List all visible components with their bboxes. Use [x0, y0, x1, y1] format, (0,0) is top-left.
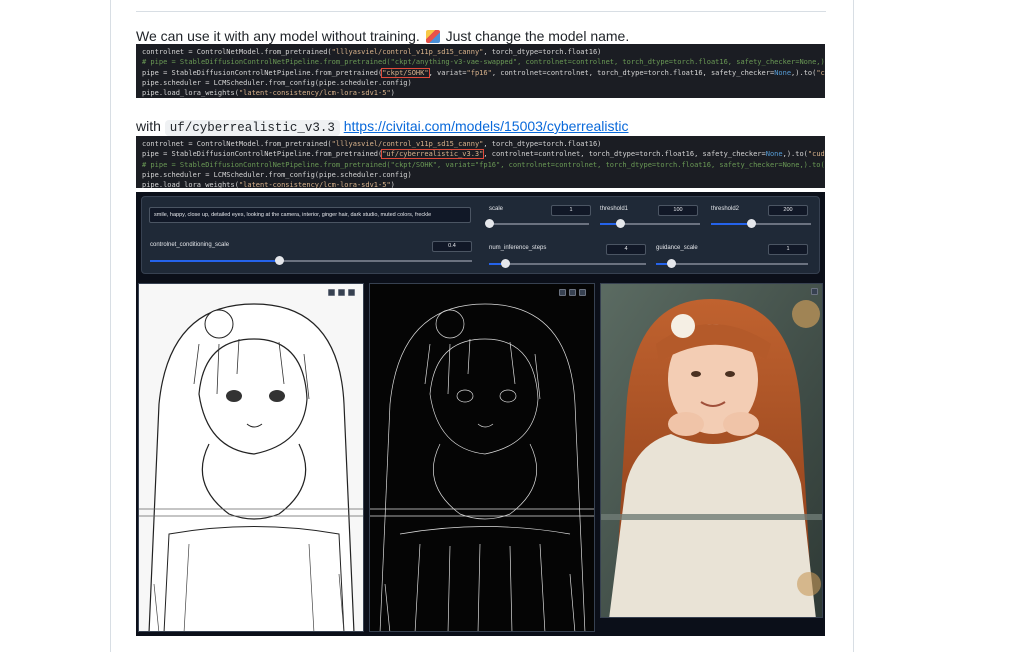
download-icon[interactable] [811, 288, 818, 295]
conditioning-slider[interactable] [150, 256, 472, 265]
model-name-code: uf/cyberrealistic_v3.3 [164, 120, 340, 136]
conditioning-fill [150, 260, 279, 262]
code-line: # pipe = StableDiffusionControlNetPipeli… [142, 58, 825, 67]
guidance-label: guidance_scale [656, 245, 698, 251]
with-text: with [136, 118, 161, 134]
divider [136, 11, 826, 12]
civitai-link[interactable]: https://civitai.com/models/15003/cyberre… [344, 118, 629, 134]
canny-edge-image [369, 283, 595, 632]
threshold2-slider[interactable] [711, 219, 811, 228]
code-block-1: controlnet = ControlNetModel.from_pretra… [136, 44, 825, 98]
guidance-number[interactable]: 1 [768, 244, 808, 255]
code-line: # pipe = StableDiffusionControlNetPipeli… [142, 160, 825, 169]
download-icon[interactable] [559, 289, 566, 296]
gradio-demo: smile, happy, close up, detailed eyes, l… [136, 192, 825, 636]
intro-text: We can use it with any model without tra… [136, 28, 420, 44]
threshold1-number[interactable]: 100 [658, 205, 698, 216]
prompt-input[interactable]: smile, happy, close up, detailed eyes, l… [149, 207, 471, 223]
generated-photo-image [600, 283, 823, 618]
code-line: controlnet = ControlNetModel.from_pretra… [142, 140, 602, 148]
steps-slider[interactable] [489, 259, 646, 268]
edit-icon[interactable] [338, 289, 345, 296]
scale-label: scale [489, 206, 504, 212]
threshold2-fill [711, 223, 751, 225]
threshold2-number[interactable]: 200 [768, 205, 808, 216]
code-line: pipe = StableDiffusionControlNetPipeline… [142, 67, 825, 78]
conditioning-knob[interactable] [274, 256, 284, 265]
code-line: pipe.scheduler = LCMScheduler.from_confi… [142, 78, 412, 87]
steps-number[interactable]: 4 [606, 244, 646, 255]
close-icon[interactable] [348, 289, 355, 296]
canny-drawing [370, 284, 594, 631]
with-paragraph: with uf/cyberrealistic_v3.3 https://civi… [136, 118, 629, 136]
scale-knob[interactable] [485, 219, 494, 228]
emoji-icon [425, 30, 440, 43]
code-line: pipe = StableDiffusionControlNetPipeline… [142, 149, 825, 160]
steps-label: num_inference_steps [489, 245, 547, 251]
threshold2-knob[interactable] [747, 219, 756, 228]
code-block-2: controlnet = ControlNetModel.from_pretra… [136, 136, 825, 188]
intro-text-after: Just change the model name. [445, 28, 630, 44]
download-icon[interactable] [328, 289, 335, 296]
guidance-slider[interactable] [656, 259, 808, 268]
threshold2-label: threshold2 [711, 206, 740, 212]
code-line: pipe.load_lora_weights("latent-consisten… [142, 89, 395, 98]
code-line: pipe.scheduler = LCMScheduler.from_confi… [142, 170, 412, 179]
threshold1-knob[interactable] [616, 219, 625, 228]
input-sketch-image[interactable] [138, 283, 364, 632]
photo-drawing [601, 284, 822, 617]
conditioning-number[interactable]: 0.4 [432, 241, 472, 252]
scale-number[interactable]: 1 [551, 205, 591, 216]
code-line: pipe.load_lora_weights("latent-consisten… [142, 181, 395, 188]
share-icon[interactable] [569, 289, 576, 296]
intro-paragraph: We can use it with any model without tra… [136, 28, 629, 44]
threshold1-label: threshold1 [600, 206, 629, 212]
close-icon[interactable] [579, 289, 586, 296]
scale-slider[interactable] [485, 219, 589, 228]
code-line: controlnet = ControlNetModel.from_pretra… [142, 48, 602, 56]
conditioning-label: controlnet_conditioning_scale [150, 242, 230, 248]
threshold1-slider[interactable] [600, 219, 700, 228]
sketch-drawing [139, 284, 363, 631]
steps-knob[interactable] [500, 259, 510, 268]
